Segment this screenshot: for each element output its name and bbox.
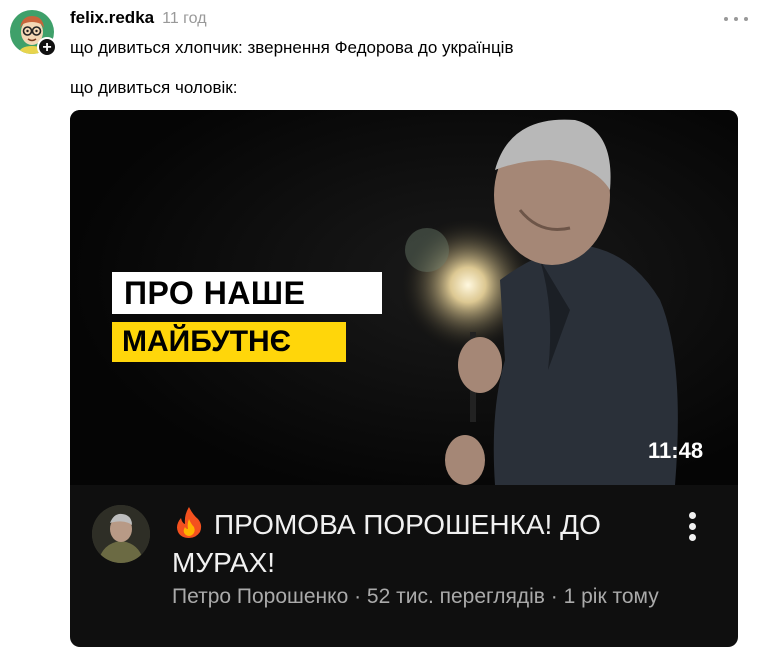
thumbnail-overlay-title-line1: ПРО НАШЕ [112, 272, 382, 314]
follow-plus-button[interactable]: + [37, 37, 57, 57]
video-more-options-icon[interactable] [682, 510, 702, 544]
video-duration: 11:48 [648, 438, 704, 463]
post-timestamp: 11 год [162, 10, 207, 27]
thumbnail-overlay-title-line2: МАЙБУТНЄ [112, 322, 346, 362]
channel-avatar[interactable] [92, 505, 150, 563]
video-title-text: ПРОМОВА ПОРОШЕНКА! ДО МУРАХ! [172, 509, 601, 578]
video-embed-card[interactable]: ПРО НАШЕ МАЙБУТНЄ 11:48 ПРОМОВА ПОРОШЕНК… [70, 110, 738, 647]
video-thumbnail[interactable]: ПРО НАШЕ МАЙБУТНЄ 11:48 [70, 110, 738, 485]
post-header: felix.redka 11 год [70, 8, 207, 30]
username-link[interactable]: felix.redka [70, 8, 154, 28]
video-metadata: Петро Порошенко · 52 тис. переглядів · 1… [172, 585, 659, 608]
post-text-line-1: що дивиться хлопчик: звернення Федорова … [70, 38, 514, 57]
channel-avatar-image [92, 505, 150, 563]
post-text-line-2: що дивиться чоловік: [70, 78, 238, 97]
video-title-link[interactable]: ПРОМОВА ПОРОШЕНКА! ДО МУРАХ! [172, 505, 652, 582]
author-avatar[interactable]: + [10, 10, 58, 58]
fire-icon [177, 507, 202, 538]
post-more-options-icon[interactable] [722, 11, 750, 27]
